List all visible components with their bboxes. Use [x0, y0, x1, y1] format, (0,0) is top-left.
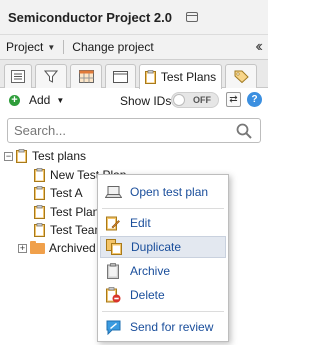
- search-input[interactable]: [8, 119, 218, 142]
- change-project-link[interactable]: Change project: [72, 40, 153, 54]
- chevron-down-icon[interactable]: ▼: [56, 96, 64, 105]
- window-layout-icon[interactable]: [186, 12, 198, 22]
- window-icon: [113, 70, 128, 83]
- show-ids-toggle[interactable]: OFF: [171, 92, 219, 108]
- laptop-icon: [104, 184, 122, 200]
- collapse-icon[interactable]: −: [4, 151, 13, 161]
- list-icon: [11, 70, 25, 83]
- menu-item-label: Delete: [130, 288, 165, 302]
- tree-item-label: Test A: [50, 186, 83, 200]
- menu-item-edit[interactable]: Edit: [100, 212, 226, 234]
- tab-list[interactable]: [4, 64, 32, 88]
- tree-item-label: Test Plan: [50, 205, 100, 219]
- tab-test-plans-label: Test Plans: [160, 70, 217, 84]
- duplicate-icon: [105, 239, 123, 255]
- add-button[interactable]: Add: [29, 93, 50, 107]
- chevron-down-icon: ▼: [47, 42, 56, 52]
- menu-divider: [102, 208, 224, 209]
- menu-item-duplicate[interactable]: Duplicate: [100, 236, 226, 258]
- tag-icon: [234, 70, 249, 83]
- expand-icon[interactable]: +: [18, 243, 27, 253]
- help-icon[interactable]: ?: [247, 92, 262, 107]
- search-icon[interactable]: [236, 123, 252, 139]
- tree-item[interactable]: Test A: [34, 183, 83, 203]
- menu-divider: [102, 311, 224, 312]
- project-menu-label: Project: [6, 40, 44, 54]
- menu-item-label: Archive: [130, 264, 171, 278]
- tree-root-test-plans[interactable]: − Test plans: [4, 146, 86, 166]
- tab-test-plans[interactable]: Test Plans: [139, 64, 222, 89]
- toggle-knob: [173, 94, 185, 106]
- menu-item-label: Duplicate: [131, 240, 182, 254]
- menu-item-delete[interactable]: Delete: [100, 284, 226, 306]
- menu-divider: [63, 40, 65, 54]
- tab-tags[interactable]: [225, 64, 257, 88]
- window-title: Semiconductor Project 2.0: [8, 9, 172, 25]
- toggle-state-text: OFF: [193, 95, 211, 105]
- title-bar: Semiconductor Project 2.0: [0, 0, 268, 34]
- clipboard-icon: [34, 205, 45, 219]
- clipboard-icon: [34, 223, 45, 237]
- menu-item-label: Send for review: [130, 320, 214, 334]
- menu-item-open-test-plan[interactable]: Open test plan: [100, 181, 226, 203]
- tab-window[interactable]: [105, 64, 136, 88]
- clipboard-icon: [34, 168, 45, 182]
- menu-item-label: Edit: [130, 216, 151, 230]
- clipboard-icon: [144, 70, 156, 84]
- show-ids-label: Show IDs: [120, 94, 172, 108]
- tree-toolbar: + Add ▼ Show IDs OFF ⇄ ?: [0, 88, 268, 112]
- calendar-icon: [78, 70, 94, 83]
- filter-icon: [44, 70, 58, 83]
- archive-icon: [104, 263, 122, 279]
- edit-icon: [104, 215, 122, 231]
- add-icon: +: [9, 94, 20, 106]
- menu-item-archive[interactable]: Archive: [100, 260, 226, 282]
- tab-filter[interactable]: [35, 64, 67, 88]
- send-review-icon: [104, 319, 122, 335]
- menu-item-label: Open test plan: [130, 185, 209, 199]
- search-box: [7, 118, 261, 143]
- project-menu[interactable]: Project ▼: [6, 40, 55, 54]
- folder-icon: [30, 240, 45, 254]
- context-menu: Open test plan Edit Duplicate Archive De…: [97, 174, 229, 342]
- clipboard-icon: [34, 186, 45, 200]
- tree-item[interactable]: Test Plan: [34, 202, 99, 222]
- panel-tabs: Test Plans: [0, 60, 268, 89]
- tree-root-label: Test plans: [32, 149, 87, 163]
- delete-icon: [104, 287, 122, 303]
- menu-bar: Project ▼ Change project ‹‹: [0, 34, 268, 60]
- clipboard-icon: [16, 149, 27, 163]
- sync-icon[interactable]: ⇄: [226, 92, 241, 107]
- tree-item[interactable]: Test Team: [34, 220, 104, 240]
- tab-calendar[interactable]: [70, 64, 102, 88]
- menu-item-send-for-review[interactable]: Send for review: [100, 316, 226, 338]
- collapse-panel-icon[interactable]: ‹‹: [255, 38, 262, 56]
